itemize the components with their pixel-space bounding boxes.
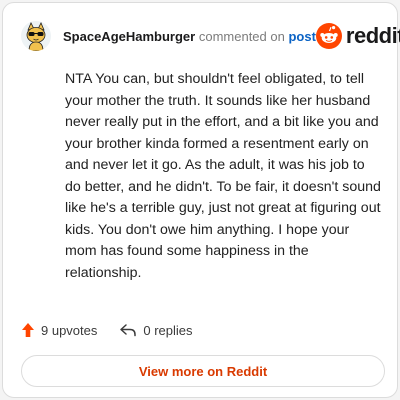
view-more-on-reddit-button[interactable]: View more on Reddit bbox=[21, 355, 385, 387]
comment-header: SpaceAgeHamburger commented on post redd… bbox=[21, 19, 400, 53]
upvote-arrow-icon bbox=[22, 323, 34, 337]
embedded-comment-card: SpaceAgeHamburger commented on post redd… bbox=[2, 2, 400, 398]
cat-sunglasses-avatar-icon bbox=[21, 21, 51, 51]
reply-button[interactable]: 0 replies bbox=[119, 322, 193, 338]
reddit-wordmark: reddit bbox=[345, 23, 400, 48]
reddit-logo[interactable]: reddit bbox=[315, 23, 400, 49]
post-link[interactable]: post bbox=[288, 29, 315, 44]
username-link[interactable]: SpaceAgeHamburger bbox=[63, 29, 195, 44]
upvote-count: 9 upvotes bbox=[41, 322, 98, 338]
upvote-button[interactable]: 9 upvotes bbox=[21, 322, 97, 338]
avatar[interactable] bbox=[21, 21, 51, 51]
comment-stats: 9 upvotes 0 replies bbox=[21, 319, 193, 341]
reply-arrow-icon bbox=[120, 324, 137, 337]
byline: SpaceAgeHamburger commented on post bbox=[63, 29, 316, 44]
comment-body: NTA You can, but shouldn't feel obligate… bbox=[65, 71, 381, 281]
action-text: commented on bbox=[198, 28, 285, 44]
reply-count: 0 replies bbox=[143, 322, 193, 338]
reddit-snoo-icon bbox=[315, 23, 342, 49]
